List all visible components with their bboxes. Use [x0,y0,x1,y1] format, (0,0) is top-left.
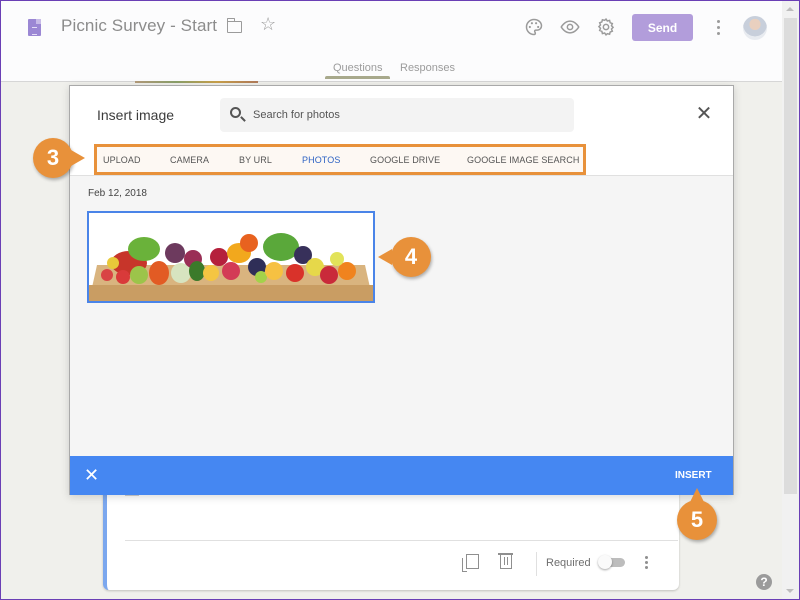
callout-step-3: 3 [33,138,85,178]
insert-image-dialog: Insert image ✕ UPLOAD CAMERA BY URL PHOT… [69,85,734,495]
image-source-tabs: UPLOAD CAMERA BY URL PHOTOS GOOGLE DRIVE… [94,144,586,175]
photo-search-box[interactable] [220,98,574,132]
required-toggle[interactable] [598,555,625,569]
tab-by-url[interactable]: BY URL [239,155,272,165]
dialog-header: Insert image ✕ UPLOAD CAMERA BY URL PHOT… [70,86,733,176]
more-options-icon[interactable] [717,20,721,36]
dialog-footer-bar: ✕ INSERT [70,456,733,495]
scrollbar-thumb[interactable] [784,18,797,494]
required-label: Required [546,557,591,569]
dialog-close-icon[interactable]: ✕ [694,104,714,124]
tab-google-image-search[interactable]: GOOGLE IMAGE SEARCH [467,155,579,165]
photo-search-input[interactable] [253,98,563,132]
send-button[interactable]: Send [632,14,693,41]
search-icon [230,107,241,118]
tab-responses[interactable]: Responses [400,62,455,74]
scroll-up-arrow-icon[interactable] [786,7,794,11]
callout-step-4: 4 [378,237,431,277]
fruits-vegetables-image [89,213,373,301]
question-more-options-icon[interactable] [645,556,648,571]
callout-step-5: 5 [677,488,717,540]
tab-google-drive[interactable]: GOOGLE DRIVE [370,155,440,165]
tab-photos[interactable]: PHOTOS [302,155,340,165]
preview-eye-icon[interactable] [560,17,580,37]
page-scrollbar[interactable] [782,1,799,599]
delete-trash-icon[interactable] [498,553,513,569]
star-icon[interactable]: ☆ [260,15,276,33]
google-forms-icon[interactable] [28,19,41,36]
card-divider [125,540,678,541]
duplicate-icon[interactable] [462,554,479,572]
insert-button[interactable]: INSERT [675,470,712,481]
dialog-title: Insert image [97,107,175,123]
form-title[interactable]: Picnic Survey - Start [61,16,217,36]
user-avatar[interactable] [743,16,767,40]
tab-questions[interactable]: Questions [333,62,383,74]
photo-date-label: Feb 12, 2018 [88,188,147,199]
help-icon[interactable]: ? [756,574,772,590]
tab-camera[interactable]: CAMERA [170,155,209,165]
photo-thumbnail-fruits-vegetables[interactable] [87,211,375,303]
app-header: Picnic Survey - Start ☆ Send Questions R… [1,1,782,82]
active-tab-indicator [325,76,390,79]
toolbar-divider [536,552,537,576]
tab-upload[interactable]: UPLOAD [103,155,141,165]
folder-icon[interactable] [226,18,242,33]
scroll-down-arrow-icon[interactable] [786,589,794,593]
settings-gear-icon[interactable] [596,17,616,37]
palette-icon[interactable] [524,17,544,37]
footer-cancel-icon[interactable]: ✕ [84,465,99,485]
form-header-image [135,81,258,83]
